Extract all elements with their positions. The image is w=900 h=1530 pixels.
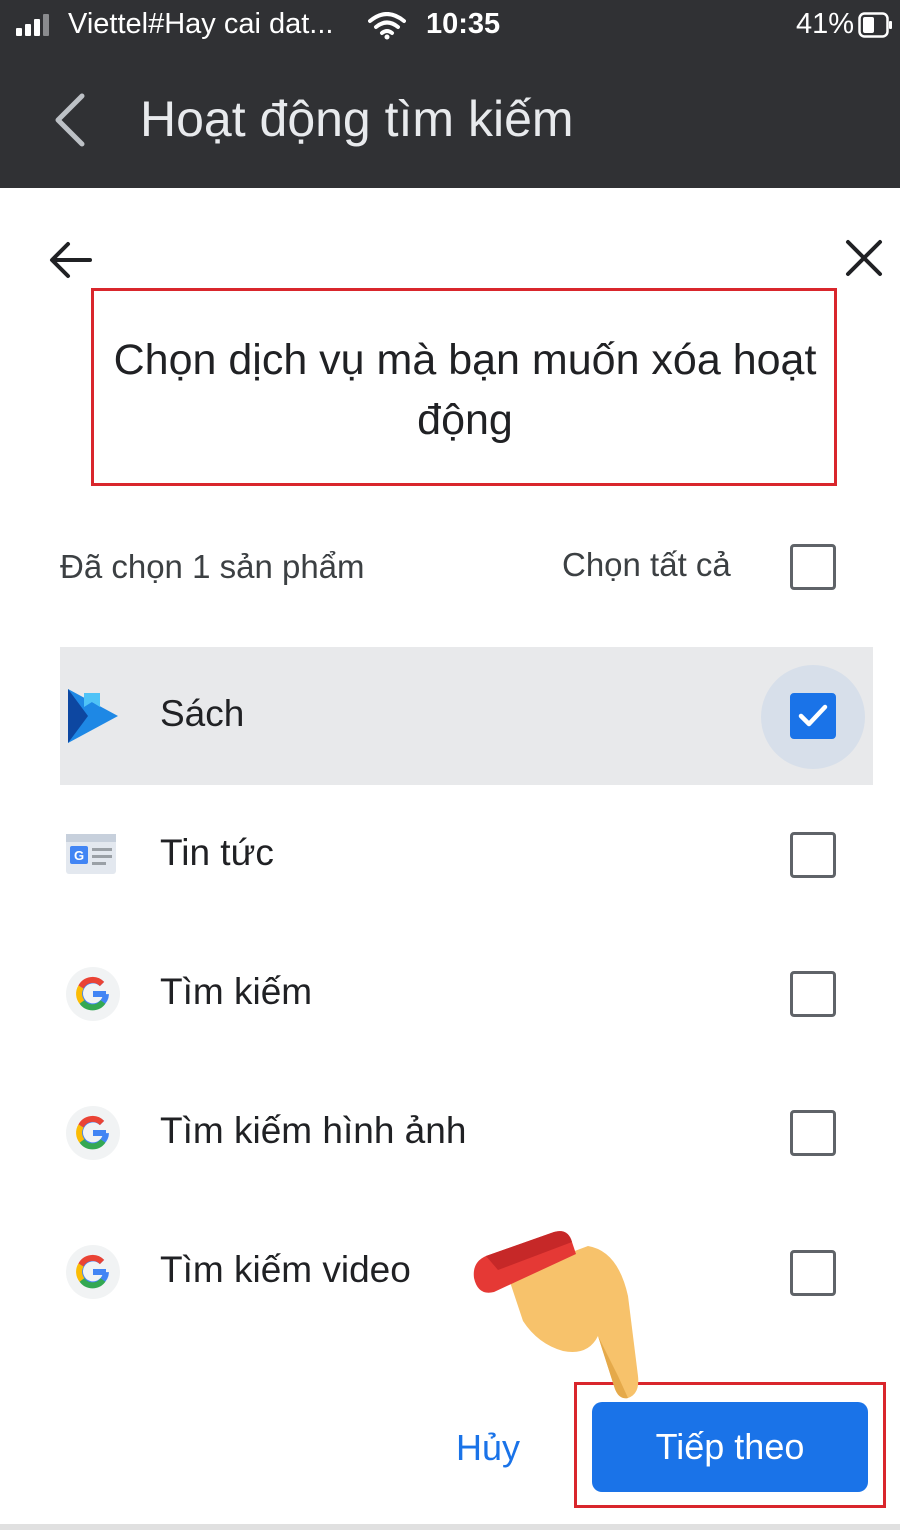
list-item-tim-kiem-hinh-anh[interactable]: Tìm kiếm hình ảnh <box>60 1064 873 1202</box>
google-news-icon: G <box>66 834 116 874</box>
close-icon[interactable] <box>842 236 886 280</box>
screen: Viettel#Hay cai dat... 10:35 41% Hoạt độ… <box>0 0 900 1530</box>
list-item-label: Tìm kiếm hình ảnh <box>160 1110 467 1151</box>
checkbox-tim-kiem[interactable] <box>790 971 836 1017</box>
cellular-signal-icon <box>16 14 49 36</box>
list-item-tim-kiem[interactable]: Tìm kiếm <box>60 925 873 1063</box>
battery-percentage: 41% <box>796 8 855 40</box>
back-arrow-icon[interactable] <box>46 236 94 284</box>
svg-text:G: G <box>74 848 84 863</box>
page-title: Hoạt động tìm kiếm <box>140 91 574 147</box>
pointing-hand-icon <box>473 1231 639 1399</box>
select-all-label: Chọn tất cả <box>562 546 731 583</box>
checkbox-tin-tuc[interactable] <box>790 832 836 878</box>
list-item-sach[interactable]: Sách <box>60 647 873 785</box>
top-bar: Viettel#Hay cai dat... 10:35 41% Hoạt độ… <box>0 0 900 188</box>
bottom-divider <box>0 1524 900 1530</box>
cancel-button[interactable]: Hủy <box>440 1418 536 1478</box>
google-play-books-icon <box>68 689 118 743</box>
google-g-icon <box>66 1245 120 1299</box>
selected-count-text: Đã chọn 1 sản phẩm <box>60 548 365 585</box>
status-bar: Viettel#Hay cai dat... 10:35 41% <box>0 0 900 52</box>
checkbox-sach[interactable] <box>790 693 836 739</box>
dialog-title: Chọn dịch vụ mà bạn muốn xóa hoạt động <box>113 336 817 444</box>
google-g-icon <box>66 967 120 1021</box>
app-header: Hoạt động tìm kiếm <box>0 60 900 180</box>
status-time: 10:35 <box>426 8 501 40</box>
checkbox-tim-kiem-hinh-anh[interactable] <box>790 1110 836 1156</box>
checkmark-icon <box>798 704 828 727</box>
list-item-label: Tìm kiếm <box>160 971 313 1012</box>
battery-icon <box>858 12 892 38</box>
list-item-label: Tìm kiếm video <box>160 1249 411 1290</box>
list-item-label: Sách <box>160 693 245 734</box>
select-all-checkbox[interactable] <box>790 544 836 590</box>
back-chevron-icon[interactable] <box>48 92 90 148</box>
list-item-tin-tuc[interactable]: G Tin tức <box>60 786 873 924</box>
wifi-icon <box>368 12 406 40</box>
checkbox-tim-kiem-video[interactable] <box>790 1250 836 1296</box>
list-item-tim-kiem-video[interactable]: Tìm kiếm video <box>60 1203 873 1341</box>
google-g-icon <box>66 1106 120 1160</box>
carrier-name: Viettel#Hay cai dat... <box>68 8 334 40</box>
list-item-label: Tin tức <box>160 832 274 873</box>
